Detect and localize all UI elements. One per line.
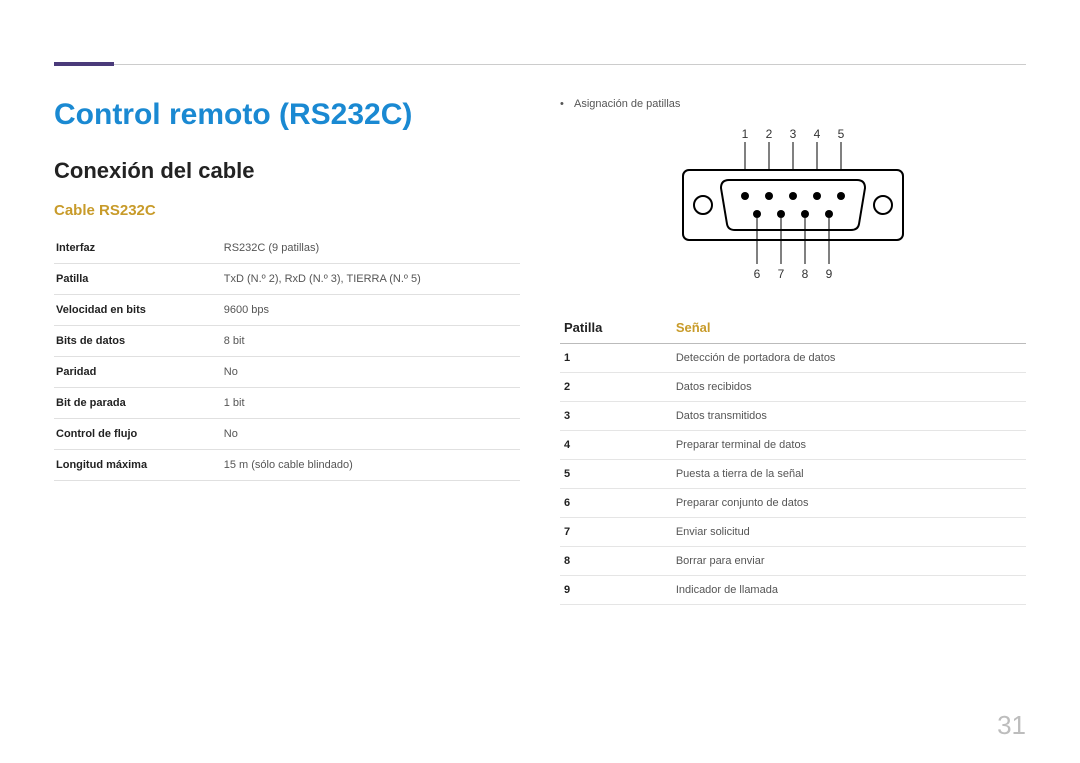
spec-label: Paridad (54, 357, 222, 388)
connector-pin-label: 7 (778, 267, 785, 281)
connector-pin-label: 8 (802, 267, 809, 281)
pin-number: 6 (560, 489, 672, 518)
pin-number: 7 (560, 518, 672, 547)
pin-number: 4 (560, 431, 672, 460)
pin-signal: Enviar solicitud (672, 518, 1026, 547)
spec-value: 1 bit (222, 388, 520, 419)
table-row: 7Enviar solicitud (560, 518, 1026, 547)
table-row: 2Datos recibidos (560, 373, 1026, 402)
table-row: PatillaTxD (N.º 2), RxD (N.º 3), TIERRA … (54, 264, 520, 295)
spec-value: 9600 bps (222, 295, 520, 326)
table-row: 6Preparar conjunto de datos (560, 489, 1026, 518)
spec-label: Bit de parada (54, 388, 222, 419)
left-column: Control remoto (RS232C) Conexión del cab… (54, 98, 520, 605)
table-row: 5Puesta a tierra de la señal (560, 460, 1026, 489)
pin-signal: Detección de portadora de datos (672, 344, 1026, 373)
table-row: 9Indicador de llamada (560, 576, 1026, 605)
table-row: Bit de parada1 bit (54, 388, 520, 419)
table-row: 3Datos transmitidos (560, 402, 1026, 431)
pin-number: 5 (560, 460, 672, 489)
pin-signal: Puesta a tierra de la señal (672, 460, 1026, 489)
pin-assignment-label: Asignación de patillas (560, 98, 1026, 110)
spec-value: RS232C (9 patillas) (222, 233, 520, 264)
table-row: Control de flujoNo (54, 419, 520, 450)
header-rule (54, 64, 1026, 65)
pin-header: Patilla (560, 312, 672, 344)
spec-label: Control de flujo (54, 419, 222, 450)
spec-table: InterfazRS232C (9 patillas)PatillaTxD (N… (54, 233, 520, 481)
spec-label: Longitud máxima (54, 450, 222, 481)
connector-pin-label: 9 (826, 267, 833, 281)
signal-header: Señal (672, 312, 1026, 344)
pin-number: 3 (560, 402, 672, 431)
spec-label: Patilla (54, 264, 222, 295)
pin-signal: Indicador de llamada (672, 576, 1026, 605)
table-row: 4Preparar terminal de datos (560, 431, 1026, 460)
pin-signal: Preparar conjunto de datos (672, 489, 1026, 518)
pin-number: 8 (560, 547, 672, 576)
connector-pin-label: 6 (754, 267, 761, 281)
pin-signal: Preparar terminal de datos (672, 431, 1026, 460)
page-number: 31 (997, 710, 1026, 741)
right-column: Asignación de patillas 12345 (560, 98, 1026, 605)
spec-value: TxD (N.º 2), RxD (N.º 3), TIERRA (N.º 5) (222, 264, 520, 295)
pin-number: 2 (560, 373, 672, 402)
connector-diagram: 1 2 3 4 5 6 7 8 9 (560, 124, 1026, 284)
section-title: Conexión del cable (54, 158, 520, 184)
page-title: Control remoto (RS232C) (54, 98, 520, 132)
pin-number: 9 (560, 576, 672, 605)
table-row: InterfazRS232C (9 patillas) (54, 233, 520, 264)
spec-label: Interfaz (54, 233, 222, 264)
spec-label: Bits de datos (54, 326, 222, 357)
table-row: ParidadNo (54, 357, 520, 388)
spec-value: 15 m (sólo cable blindado) (222, 450, 520, 481)
spec-value: No (222, 419, 520, 450)
spec-value: No (222, 357, 520, 388)
pin-signal: Borrar para enviar (672, 547, 1026, 576)
pin-signal: Datos recibidos (672, 373, 1026, 402)
spec-value: 8 bit (222, 326, 520, 357)
table-row: 8Borrar para enviar (560, 547, 1026, 576)
table-row: Longitud máxima15 m (sólo cable blindado… (54, 450, 520, 481)
connector-pin-label: 5 (838, 127, 845, 141)
subsection-title: Cable RS232C (54, 202, 520, 219)
pin-table: Patilla Señal 1Detección de portadora de… (560, 312, 1026, 605)
header-accent (54, 62, 114, 66)
connector-pin-label: 3 (790, 127, 797, 141)
table-row: Bits de datos8 bit (54, 326, 520, 357)
pin-number: 1 (560, 344, 672, 373)
spec-label: Velocidad en bits (54, 295, 222, 326)
pin-signal: Datos transmitidos (672, 402, 1026, 431)
connector-pin-label: 2 (766, 127, 773, 141)
connector-pin-label: 4 (814, 127, 821, 141)
connector-pin-label: 1 (742, 127, 749, 141)
table-row: 1Detección de portadora de datos (560, 344, 1026, 373)
table-row: Velocidad en bits9600 bps (54, 295, 520, 326)
